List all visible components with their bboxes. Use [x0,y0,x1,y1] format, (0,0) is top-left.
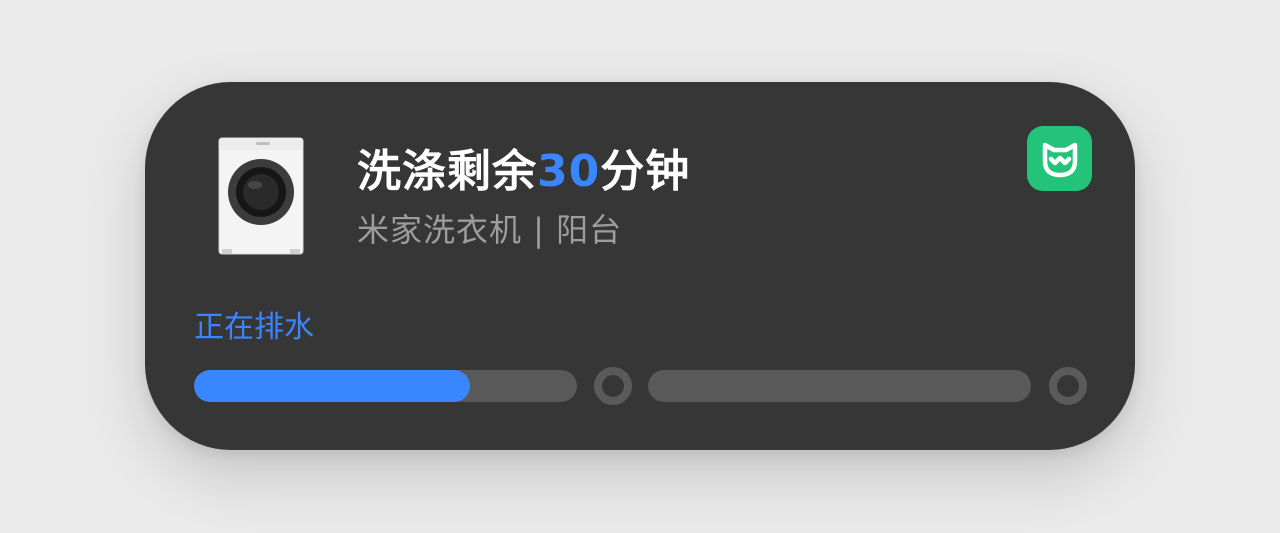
remaining-time-title: 洗涤剩余30分钟 [357,144,690,200]
mijia-icon[interactable] [1027,126,1092,191]
washing-machine-icon [218,137,304,255]
remaining-minutes: 30 [537,146,601,197]
stage-2-end-marker-icon [1049,367,1087,405]
mijia-logo-icon [1042,142,1077,177]
stage-1-end-marker-icon [594,367,632,405]
progress-fill-stage-1 [194,370,470,402]
status-text: 正在排水 [194,310,314,345]
device-location-subtitle: 米家洗衣机 | 阳台 [357,211,623,249]
title-suffix: 分钟 [600,146,691,197]
progress-track-stage-2 [648,370,1031,402]
live-activity-card[interactable]: 洗涤剩余30分钟 米家洗衣机 | 阳台 正在排水 [145,82,1135,450]
progress-track-stage-1 [194,370,577,402]
title-prefix: 洗涤剩余 [357,146,537,197]
